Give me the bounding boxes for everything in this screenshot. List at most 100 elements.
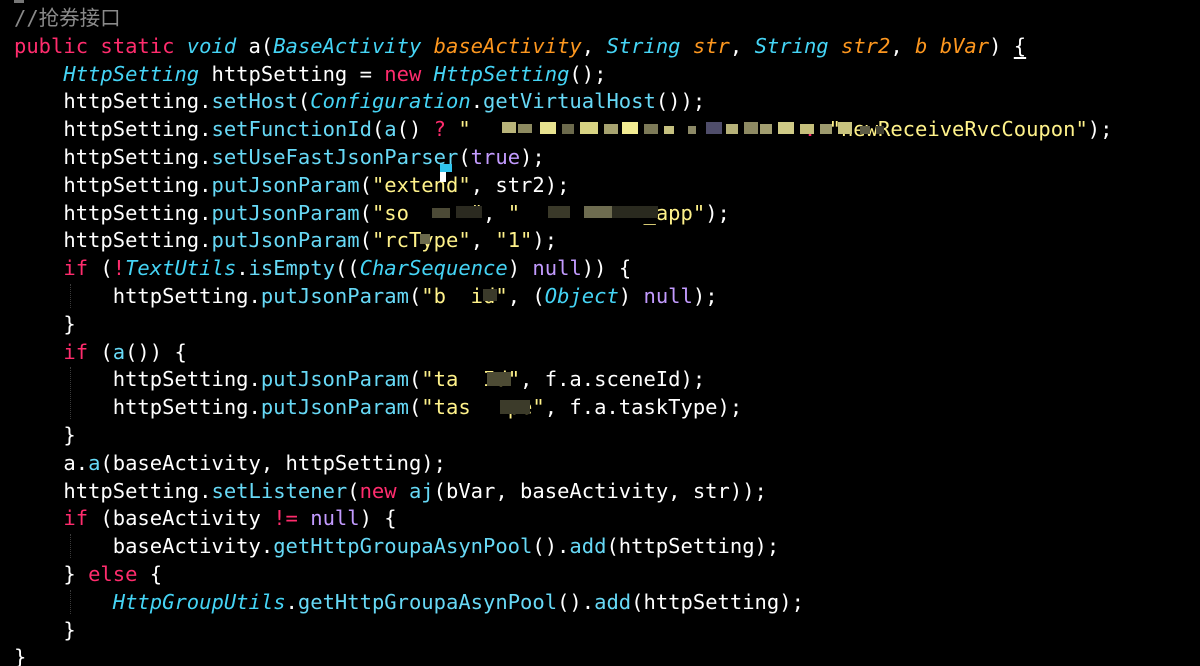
code-token: );	[532, 228, 558, 253]
code-token: httpSetting.	[14, 172, 212, 197]
code-token: str	[692, 33, 730, 58]
code-token: if	[63, 339, 101, 364]
code-token: (	[359, 172, 372, 197]
code-line[interactable]: if (!TextUtils.isEmpty((CharSequence) nu…	[14, 254, 631, 282]
code-token: (	[100, 256, 113, 281]
code-line[interactable]: HttpSetting httpSetting = new HttpSettin…	[14, 60, 606, 88]
code-token: ,	[581, 33, 607, 58]
code-line[interactable]: httpSetting.putJsonParam("rcType", "1");	[14, 226, 557, 254]
code-token: CharSequence	[359, 256, 508, 281]
code-line[interactable]: }	[14, 310, 75, 338]
code-line[interactable]: httpSetting.putJsonParam("b id", (Object…	[14, 282, 718, 310]
code-token: add	[569, 534, 607, 559]
code-line[interactable]: }	[14, 421, 75, 449]
code-token: (	[408, 367, 422, 392]
code-token: ?	[433, 117, 459, 142]
redaction-block	[540, 122, 556, 134]
code-token: putJsonParam	[211, 200, 360, 225]
code-token: bVar	[939, 33, 990, 58]
code-token: )	[989, 33, 1014, 58]
redaction-block	[432, 208, 450, 218]
code-token: BaseActivity	[273, 33, 434, 58]
code-token: ().	[557, 589, 595, 614]
code-token: httpSetting.	[14, 395, 261, 420]
code-line[interactable]: //抢券接口	[14, 4, 121, 32]
code-token: );	[692, 284, 718, 308]
code-token: ,	[890, 33, 916, 58]
redaction-block	[838, 122, 852, 134]
code-token: null	[532, 256, 582, 281]
code-line[interactable]: baseActivity.getHttpGroupaAsynPool().add…	[14, 532, 780, 560]
code-token: (	[371, 117, 385, 142]
redaction-block	[664, 126, 674, 134]
code-token: HttpSetting	[433, 61, 570, 86]
code-token: "extend"	[371, 172, 471, 197]
code-line[interactable]: a.a(baseActivity, httpSetting);	[14, 449, 446, 477]
redaction-block	[500, 400, 530, 414]
code-token: .	[285, 589, 298, 614]
code-line[interactable]: }	[14, 616, 76, 644]
code-line[interactable]: httpSetting.setHost(Configuration.getVir…	[14, 87, 705, 115]
code-token: }	[14, 617, 76, 642]
code-token: ,	[483, 200, 508, 225]
code-line[interactable]: if (baseActivity != null) {	[14, 504, 396, 532]
redaction-block	[644, 124, 658, 134]
redaction-block	[800, 124, 814, 134]
code-token: Object	[544, 284, 619, 308]
code-line[interactable]: } else {	[14, 560, 162, 588]
redaction-block	[580, 122, 598, 134]
code-token: public static	[14, 33, 187, 58]
code-token: HttpGroupUtils	[112, 589, 286, 614]
code-line[interactable]: public static void a(BaseActivity baseAc…	[14, 32, 1026, 60]
code-token: setFunctionId	[211, 117, 372, 142]
code-token: );	[520, 145, 545, 169]
code-token: void	[186, 33, 249, 58]
code-token: a	[88, 450, 101, 475]
redaction-block	[688, 126, 696, 134]
code-token: )) {	[581, 256, 632, 281]
code-line[interactable]: httpSetting.setUseFastJsonParser(true);	[14, 143, 545, 171]
code-token: {	[149, 562, 163, 586]
code-token: ((	[334, 256, 360, 281]
code-token: (baseActivity	[100, 506, 274, 531]
redaction-block	[744, 122, 758, 134]
code-token: if	[63, 506, 101, 531]
code-token: new	[384, 61, 434, 86]
code-line[interactable]: httpSetting.putJsonParam("ta Id", f.a.sc…	[14, 365, 705, 393]
code-line[interactable]: httpSetting.putJsonParam("extend", str2)…	[14, 171, 569, 199]
code-token: HttpSetting	[63, 61, 212, 86]
code-line[interactable]: httpSetting.setListener(new aj(bVar, bas…	[14, 477, 767, 505]
redaction-block	[622, 122, 638, 134]
code-token: httpSetting.	[14, 145, 212, 169]
code-token: ().	[532, 534, 570, 559]
code-token: !=	[273, 506, 311, 531]
code-editor[interactable]: //抢券接口 public static void a(BaseActivity …	[0, 0, 1200, 666]
code-token: String	[754, 33, 841, 58]
redaction-block	[876, 126, 884, 134]
code-line[interactable]: HttpGroupUtils.getHttpGroupaAsynPool().a…	[14, 588, 804, 616]
redaction-block	[820, 124, 832, 134]
code-token: isEmpty	[248, 256, 335, 281]
code-token: setHost	[211, 89, 298, 114]
code-token: putJsonParam	[211, 172, 360, 197]
code-token: ()	[396, 117, 434, 142]
code-token: ();	[569, 61, 607, 86]
code-token: putJsonParam	[260, 284, 409, 308]
code-token: httpSetting.	[14, 89, 212, 114]
code-token: new	[359, 478, 409, 503]
code-token: //抢券接口	[14, 6, 121, 30]
code-token: (bVar, baseActivity, str));	[433, 478, 767, 503]
code-token: ,	[729, 33, 755, 58]
code-token: else	[88, 562, 150, 586]
code-token: (	[408, 284, 422, 308]
code-line[interactable]: if (a()) {	[14, 338, 186, 366]
code-token: null	[310, 506, 360, 531]
code-line[interactable]: }	[14, 643, 26, 666]
redaction-block	[548, 206, 570, 218]
code-line[interactable]: httpSetting.putJsonParam("tas pe", f.a.t…	[14, 393, 742, 421]
code-token: , str2);	[470, 172, 570, 197]
code-token: Configuration	[310, 89, 471, 114]
code-token: (	[359, 200, 372, 225]
